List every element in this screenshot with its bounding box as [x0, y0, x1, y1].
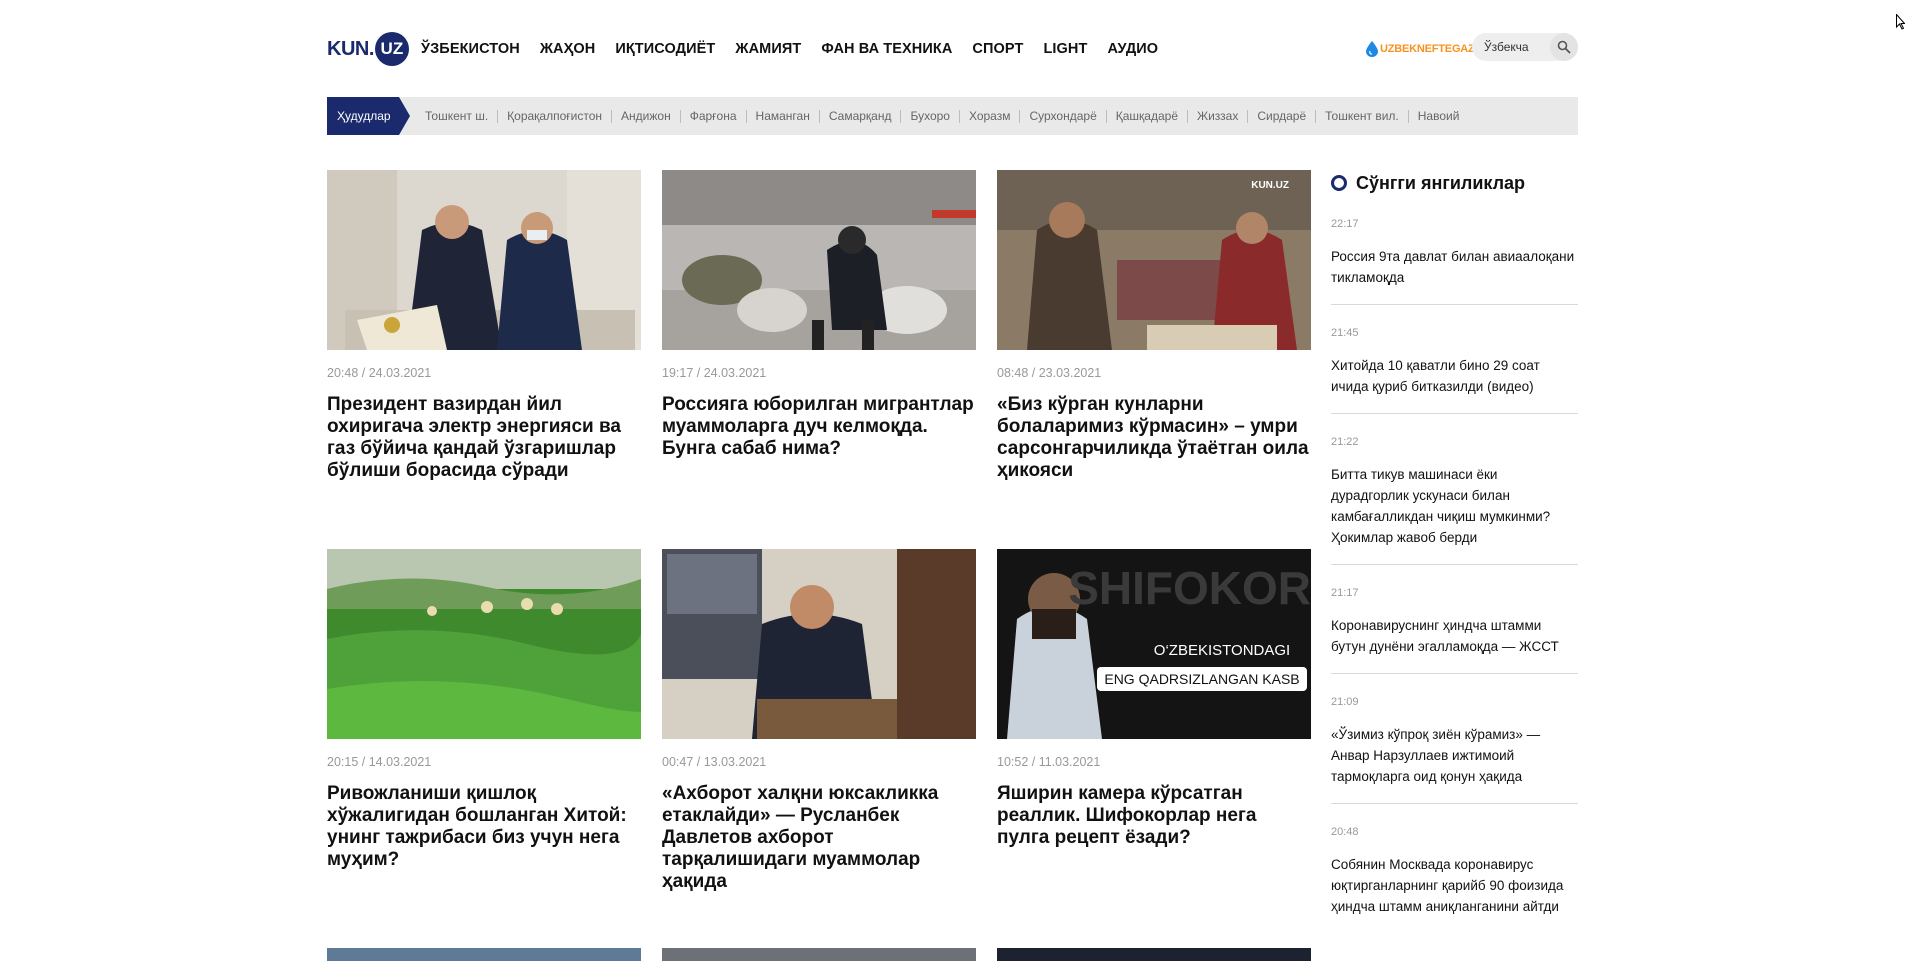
news-item[interactable]: 21:22 Битта тикув машинаси ёки дурадгорл…	[1331, 414, 1578, 565]
video-overlay-big: SHIFOKOR	[1068, 562, 1311, 614]
sidebar-title: Сўнгги янгиликлар	[1356, 172, 1526, 193]
article-card[interactable]: SHIFOKOR O‘ZBEKISTONDAGI ENG QADRSIZLANG…	[997, 549, 1311, 849]
logo-circle: UZ	[374, 32, 409, 66]
region-samarkand[interactable]: Самарқанд	[818, 109, 901, 123]
news-text[interactable]: «Ўзимиз кўпроқ зиён кўрамиз» — Анвар Нар…	[1331, 724, 1578, 787]
main-nav: ЎЗБЕКИСТОН ЖАҲОН ИҚТИСОДИЁТ ЖАМИЯТ ФАН В…	[421, 28, 1158, 70]
article-card[interactable]: 19:17 / 24.03.2021 Россияга юборилган ми…	[662, 170, 976, 460]
nav-light[interactable]: LIGHT	[1043, 41, 1087, 57]
news-time: 21:22	[1331, 436, 1359, 448]
region-jizzakh[interactable]: Жиззах	[1187, 109, 1247, 123]
news-item[interactable]: 20:48 Собянин Москвада коронавирус юқтир…	[1331, 804, 1578, 933]
region-tashkent-city[interactable]: Тошкент ш.	[425, 109, 497, 123]
news-time: 22:17	[1331, 218, 1359, 230]
article-image[interactable]	[662, 948, 976, 961]
search-button[interactable]	[1550, 33, 1578, 61]
search-icon	[1557, 40, 1571, 54]
article-card[interactable]: 00:47 / 13.03.2021 «Ахборот халқни юксак…	[662, 549, 976, 893]
region-kashkadarya[interactable]: Қашқадарё	[1105, 109, 1187, 123]
nav-audio[interactable]: АУДИО	[1107, 41, 1158, 57]
news-text[interactable]: Хитойда 10 қаватли бино 29 соат ичида қу…	[1331, 355, 1578, 397]
news-text[interactable]: Собянин Москвада коронавирус юқтирганлар…	[1331, 854, 1578, 917]
news-time: 21:45	[1331, 327, 1359, 339]
region-karakalpakstan[interactable]: Қорақалпоғистон	[497, 109, 611, 123]
regions-list: Тошкент ш. Қорақалпоғистон Андижон Фарғо…	[425, 97, 1468, 135]
sidebar-header: Сўнгги янгиликлар	[1331, 170, 1578, 196]
sponsor-banner[interactable]: UZBEKNEFTEGAZ	[1366, 36, 1475, 62]
article-image[interactable]: SHIFOKOR O‘ZBEKISTONDAGI ENG QADRSIZLANG…	[997, 549, 1311, 739]
news-item[interactable]: 21:17 Коронавируснинг ҳиндча штамми буту…	[1331, 565, 1578, 674]
region-navoi[interactable]: Навоий	[1407, 109, 1469, 123]
nav-uzbekistan[interactable]: ЎЗБЕКИСТОН	[421, 41, 520, 57]
nav-science-tech[interactable]: ФАН ВА ТЕХНИКА	[821, 41, 952, 57]
news-item[interactable]: 21:09 «Ўзимиз кўпроқ зиён кўрамиз» — Анв…	[1331, 674, 1578, 804]
language-switcher[interactable]: Ўзбекча	[1472, 33, 1578, 61]
site-header: KUN. UZ ЎЗБЕКИСТОН ЖАҲОН ИҚТИСОДИЁТ ЖАМИ…	[327, 28, 1578, 70]
article-image[interactable]	[997, 948, 1311, 961]
regions-arrow-icon	[399, 97, 410, 135]
article-card[interactable]: 20:15 / 14.03.2021 Ривожланиши қишлоқ хў…	[327, 549, 641, 871]
logo-text: KUN.	[327, 37, 374, 60]
language-label: Ўзбекча	[1484, 40, 1529, 54]
news-item[interactable]: 22:17 Россия 9та давлат билан авиаалоқан…	[1331, 196, 1578, 305]
region-namangan[interactable]: Наманган	[745, 109, 819, 123]
article-image[interactable]	[662, 549, 976, 739]
latest-news-sidebar: Сўнгги янгиликлар 22:17 Россия 9та давла…	[1331, 170, 1578, 933]
article-title[interactable]: Ривожланиши қишлоқ хўжалигидан бошланган…	[327, 783, 641, 871]
article-card[interactable]: KUN.UZ 08:48 / 23.03.2021 «Биз кўрган ку…	[997, 170, 1311, 482]
nav-society[interactable]: ЖАМИЯТ	[735, 41, 801, 57]
article-date: 10:52 / 11.03.2021	[997, 755, 1101, 769]
news-text[interactable]: Битта тикув машинаси ёки дурадгорлик уск…	[1331, 464, 1578, 548]
article-image[interactable]	[662, 170, 976, 350]
article-date: 19:17 / 24.03.2021	[662, 366, 767, 380]
news-time: 21:17	[1331, 587, 1359, 599]
mouse-cursor-icon	[1896, 14, 1905, 30]
article-image[interactable]	[327, 549, 641, 739]
region-syrdarya[interactable]: Сирдарё	[1247, 109, 1315, 123]
region-bukhara[interactable]: Бухоро	[900, 109, 959, 123]
article-title[interactable]: «Биз кўрган кунларни болаларимиз кўрмаси…	[997, 394, 1311, 482]
news-text[interactable]: Россия 9та давлат билан авиаалоқани тикл…	[1331, 246, 1578, 288]
news-item[interactable]: 21:45 Хитойда 10 қаватли бино 29 соат ич…	[1331, 305, 1578, 414]
article-image[interactable]: KUN.UZ	[997, 170, 1311, 350]
video-watermark: KUN.UZ	[1251, 180, 1289, 191]
news-text[interactable]: Коронавируснинг ҳиндча штамми бутун дунё…	[1331, 615, 1578, 657]
region-surkhandarya[interactable]: Сурхондарё	[1019, 109, 1105, 123]
article-title[interactable]: Россияга юборилган мигрантлар муаммоларг…	[662, 394, 976, 460]
article-title[interactable]: Яширин камера кўрсатган реаллик. Шифокор…	[997, 783, 1311, 849]
article-card[interactable]: 20:48 / 24.03.2021 Президент вазирдан йи…	[327, 170, 641, 482]
news-time: 20:48	[1331, 826, 1359, 838]
article-date: 20:15 / 14.03.2021	[327, 755, 432, 769]
nav-economy[interactable]: ИҚТИСОДИЁТ	[615, 41, 715, 57]
article-image[interactable]	[327, 948, 641, 961]
page: KUN. UZ ЎЗБЕКИСТОН ЖАҲОН ИҚТИСОДИЁТ ЖАМИ…	[327, 0, 1578, 961]
region-andijan[interactable]: Андижон	[611, 109, 680, 123]
sponsor-text: UZBEKNEFTEGAZ	[1380, 43, 1475, 55]
video-overlay-line2: ENG QADRSIZLANGAN KASB	[1104, 671, 1299, 687]
region-fergana[interactable]: Фарғона	[679, 109, 746, 123]
video-overlay-line1: O‘ZBEKISTONDAGI	[1154, 642, 1290, 659]
article-title[interactable]: «Ахборот халқни юксакликка етаклайди» — …	[662, 783, 976, 893]
regions-label: Ҳудудлар	[327, 97, 399, 135]
article-title[interactable]: Президент вазирдан йил охиригача электр …	[327, 394, 641, 482]
article-date: 08:48 / 23.03.2021	[997, 366, 1102, 380]
article-image[interactable]	[327, 170, 641, 350]
region-khorezm[interactable]: Хоразм	[958, 109, 1020, 123]
site-logo[interactable]: KUN. UZ	[327, 32, 409, 66]
drop-icon	[1366, 41, 1378, 57]
article-date: 20:48 / 24.03.2021	[327, 366, 432, 380]
region-tashkent-region[interactable]: Тошкент вил.	[1315, 109, 1408, 123]
article-date: 00:47 / 13.03.2021	[662, 755, 767, 769]
circle-icon	[1331, 175, 1347, 191]
nav-world[interactable]: ЖАҲОН	[540, 41, 596, 57]
news-time: 21:09	[1331, 696, 1359, 708]
nav-sport[interactable]: СПОРТ	[972, 41, 1023, 57]
regions-bar: Ҳудудлар Тошкент ш. Қорақалпоғистон Анди…	[327, 97, 1578, 135]
